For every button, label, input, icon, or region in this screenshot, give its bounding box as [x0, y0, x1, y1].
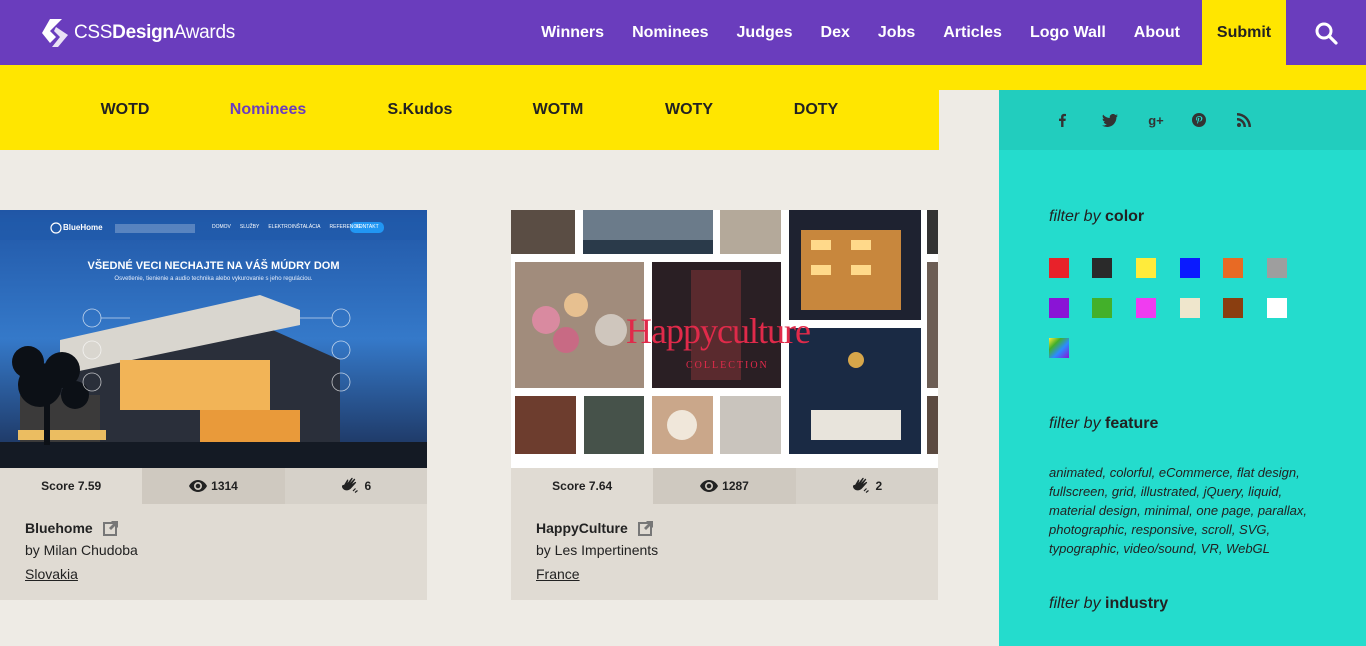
color-swatch-beige[interactable]	[1180, 298, 1200, 318]
yellow-strip	[0, 65, 1366, 90]
search-icon	[1315, 22, 1338, 45]
screenshot-nav-item: ELEKTROINŠTALÁCIA	[268, 224, 321, 230]
color-swatch-purple[interactable]	[1049, 298, 1069, 318]
social-links: g+	[999, 90, 1366, 150]
screenshot-nav-item: DOMOV	[212, 224, 231, 230]
feature-tag-list[interactable]: animated, colorful, eCommerce, flat desi…	[1049, 463, 1329, 558]
color-swatch-white[interactable]	[1267, 298, 1287, 318]
nav-winners[interactable]: Winners	[541, 24, 604, 42]
card-title[interactable]: HappyCulture	[536, 520, 654, 536]
external-link-icon[interactable]	[102, 520, 119, 536]
eye-icon	[700, 480, 719, 492]
nav-dex[interactable]: Dex	[821, 24, 850, 42]
kudos-value: 2	[875, 479, 883, 493]
screenshot-headline: VŠEDNÉ VECI NECHAJTE NA VÁŠ MÚDRY DOM	[87, 260, 340, 272]
color-swatch-pink[interactable]	[1136, 298, 1156, 318]
main-nav: Winners Nominees Judges Dex Jobs Article…	[541, 0, 1366, 65]
submit-button[interactable]: Submit	[1202, 0, 1286, 65]
site-screenshot[interactable]: BlueHome DOMOV SLUŽBY ELEKTROINŠTALÁCIA REF…	[0, 210, 427, 468]
eye-icon	[189, 480, 208, 492]
screenshot-nav-item: SLUŽBY	[239, 224, 260, 230]
screenshot-nav: DOMOV SLUŽBY ELEKTROINŠTALÁCIA REFERENCIE	[212, 224, 362, 230]
card-country-link[interactable]: France	[536, 566, 580, 582]
site-screenshot[interactable]: Happyculture COLLECTION	[511, 210, 938, 468]
logo-text: CSSDesignAwards	[74, 22, 235, 43]
google-plus-icon[interactable]: g+	[1147, 110, 1192, 130]
screenshot-subtitle: Osvetlenie, tienienie a audio technika a…	[114, 276, 313, 282]
top-navigation-bar: CSSDesignAwards Winners Nominees Judges …	[0, 0, 1366, 65]
nav-articles[interactable]: Articles	[943, 24, 1002, 42]
color-swatch-yellow[interactable]	[1136, 258, 1156, 278]
filter-by-industry-title: filter by industry	[1049, 595, 1169, 612]
card-author: by Les Impertinents	[536, 542, 659, 558]
color-swatch-multicolor[interactable]	[1049, 338, 1069, 358]
color-swatch-red[interactable]	[1049, 258, 1069, 278]
card-author: by Milan Chudoba	[25, 542, 138, 558]
score-badge: Score 7.59	[0, 468, 143, 504]
screenshot-brand: BlueHome	[63, 223, 103, 232]
subnav-woty[interactable]: WOTY	[665, 90, 713, 130]
card-stats: Score 7.59 1314 6	[0, 468, 427, 504]
clap-icon	[853, 477, 870, 493]
color-swatch-orange[interactable]	[1223, 258, 1243, 278]
rss-icon[interactable]	[1237, 110, 1282, 130]
color-swatch-blue[interactable]	[1180, 258, 1200, 278]
site-name[interactable]: Bluehome	[25, 520, 93, 536]
external-link-icon[interactable]	[637, 520, 654, 536]
nav-nominees[interactable]: Nominees	[632, 24, 708, 42]
score-badge: Score 7.64	[511, 468, 654, 504]
subnav-skudos[interactable]: S.Kudos	[388, 90, 453, 130]
screenshot-subtitle: COLLECTION	[686, 360, 769, 371]
color-swatch-green[interactable]	[1092, 298, 1112, 318]
views-count: 1314	[142, 468, 285, 504]
color-swatch-brown[interactable]	[1223, 298, 1243, 318]
filter-by-color-title: filter by color	[1049, 208, 1145, 225]
site-logo[interactable]: CSSDesignAwards	[40, 18, 235, 48]
filter-by-feature-title: filter by feature	[1049, 415, 1159, 432]
subnav-nominees[interactable]: Nominees	[230, 90, 306, 130]
twitter-icon[interactable]	[1102, 110, 1147, 130]
color-swatch-gray[interactable]	[1267, 258, 1287, 278]
search-button[interactable]	[1286, 0, 1366, 65]
nav-logo-wall[interactable]: Logo Wall	[1030, 24, 1106, 42]
kudos-count[interactable]: 2	[795, 468, 938, 504]
card-stats: Score 7.64 1287 2	[511, 468, 938, 504]
views-value: 1314	[211, 479, 238, 493]
cssda-logo-icon	[42, 19, 68, 47]
kudos-count[interactable]: 6	[284, 468, 427, 504]
nav-jobs[interactable]: Jobs	[878, 24, 915, 42]
filter-sidebar: g+ filter by color filter by feature ani…	[999, 90, 1366, 646]
subnav-doty[interactable]: DOTY	[794, 90, 838, 130]
views-count: 1287	[653, 468, 796, 504]
awards-subnav: WOTD Nominees S.Kudos WOTM WOTY DOTY	[0, 90, 939, 150]
kudos-value: 6	[364, 479, 372, 493]
clap-icon	[342, 477, 359, 493]
site-name[interactable]: HappyCulture	[536, 520, 628, 536]
screenshot-logo: Happyculture	[626, 311, 811, 351]
pinterest-icon[interactable]	[1192, 110, 1237, 130]
subnav-wotd[interactable]: WOTD	[101, 90, 150, 130]
color-swatch-black[interactable]	[1092, 258, 1112, 278]
nav-judges[interactable]: Judges	[737, 24, 793, 42]
views-value: 1287	[722, 479, 749, 493]
card-title[interactable]: Bluehome	[25, 520, 119, 536]
facebook-icon[interactable]	[1057, 110, 1102, 130]
screenshot-cta: KONTAKT	[355, 224, 379, 230]
nominee-card: Happyculture COLLECTION Score 7.64 1287 …	[511, 210, 938, 600]
card-country-link[interactable]: Slovakia	[25, 566, 78, 582]
nominee-card: BlueHome DOMOV SLUŽBY ELEKTROINŠTALÁCIA REF…	[0, 210, 427, 600]
subnav-wotm[interactable]: WOTM	[533, 90, 584, 130]
nav-about[interactable]: About	[1134, 24, 1180, 42]
